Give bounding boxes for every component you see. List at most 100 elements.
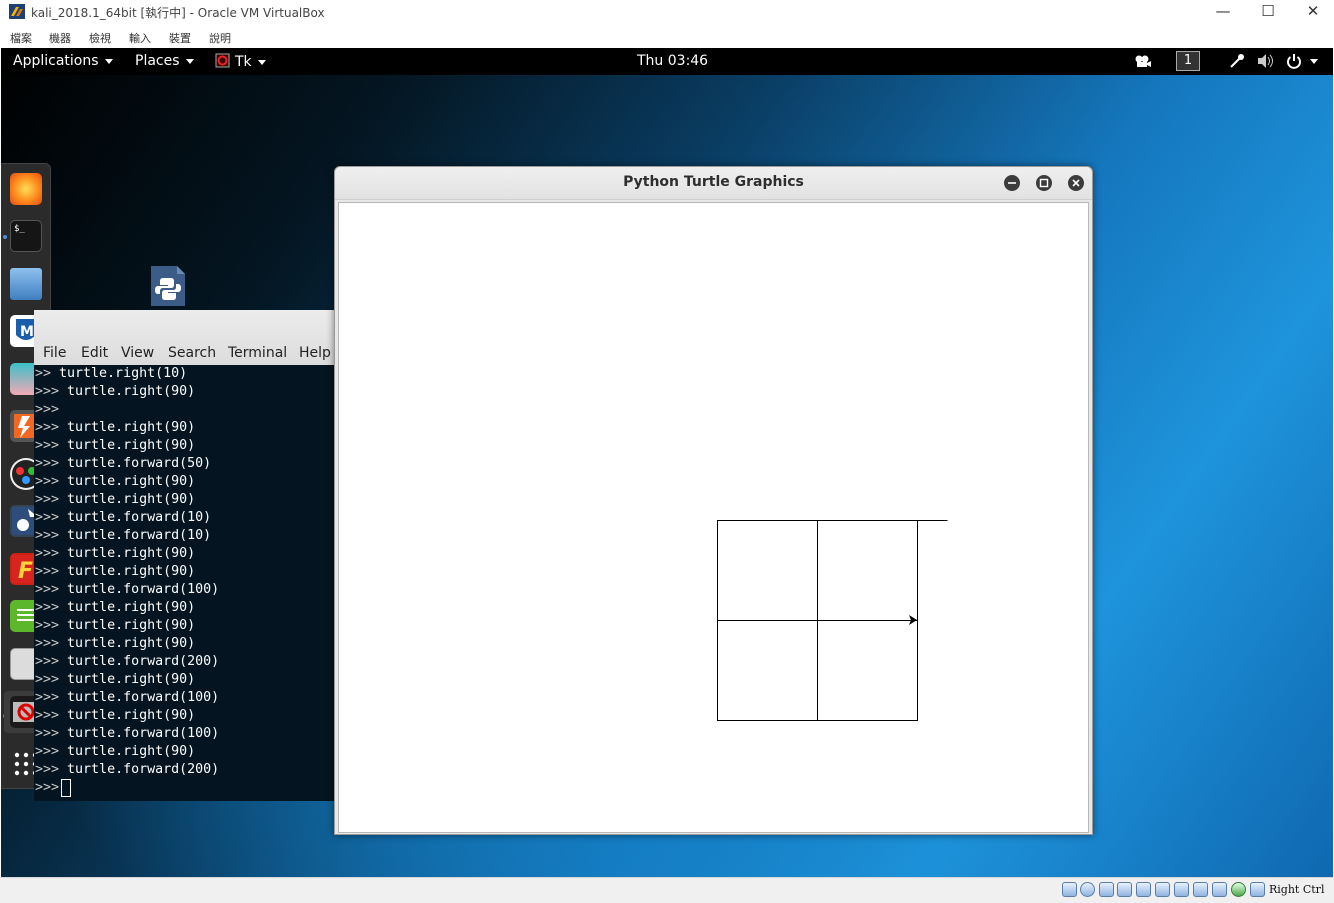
terminal-line: >>> turtle.right(90)	[34, 419, 334, 437]
minimize-button[interactable]	[1004, 175, 1020, 191]
terminal-command: turtle.right(90)	[59, 564, 196, 579]
terminal-window[interactable]: File Edit View Search Terminal Help >> t…	[34, 310, 334, 801]
host-menu-help[interactable]: 說明	[209, 30, 231, 46]
maximize-button[interactable]	[1036, 175, 1052, 191]
close-button[interactable]	[1068, 175, 1084, 191]
terminal-menu-edit[interactable]: Edit	[81, 345, 108, 361]
terminal-line: >>> turtle.right(90)	[34, 473, 334, 491]
optical-drive-icon[interactable]	[1080, 882, 1095, 897]
terminal-prompt: >>>	[35, 384, 60, 399]
turtle-canvas[interactable]	[338, 202, 1089, 833]
terminal-command: turtle.right(90)	[59, 438, 196, 453]
turtle-window-title: Python Turtle Graphics	[623, 174, 804, 190]
terminal-menu-help[interactable]: Help	[299, 345, 331, 361]
terminal-prompt: >>>	[35, 546, 60, 561]
terminal-prompt: >>>	[35, 780, 60, 795]
clock[interactable]: Thu 03:46	[637, 53, 708, 69]
files-icon[interactable]	[10, 268, 42, 300]
terminal-output[interactable]: >> turtle.right(10) >>> turtle.right(90) >…	[34, 365, 334, 801]
terminal-prompt: >>>	[35, 474, 60, 489]
firefox-icon[interactable]	[10, 173, 42, 205]
terminal-line: >>> turtle.right(90)	[34, 743, 334, 761]
host-menu-view[interactable]: 檢視	[89, 30, 111, 46]
close-button[interactable]: ✕	[1290, 0, 1334, 24]
terminal-prompt: >>>	[35, 690, 60, 705]
places-menu[interactable]: Places	[135, 53, 194, 69]
python-file-icon[interactable]	[149, 264, 187, 308]
power-icon[interactable]	[1286, 53, 1302, 69]
host-window-title: kali_2018.1_64bit [執行中] - Oracle VM Virt…	[31, 6, 325, 20]
terminal-prompt: >>>	[35, 636, 60, 651]
turtle-title-bar[interactable]: Python Turtle Graphics	[335, 167, 1092, 200]
host-menu-devices[interactable]: 裝置	[169, 30, 191, 46]
terminal-line: >>> turtle.right(90)	[34, 707, 334, 725]
terminal-command: turtle.forward(10)	[59, 528, 212, 543]
svg-text:M: M	[20, 324, 34, 340]
mouse-integration-icon[interactable]	[1231, 882, 1246, 897]
places-label: Places	[135, 53, 180, 69]
video-capture-icon[interactable]	[1193, 882, 1208, 897]
terminal-command: turtle.right(90)	[59, 744, 196, 759]
chevron-down-icon	[104, 58, 113, 64]
video-camera-icon[interactable]	[1134, 53, 1152, 69]
terminal-prompt: >>>	[35, 420, 60, 435]
audio-icon[interactable]	[1099, 882, 1114, 897]
host-menu-machine[interactable]: 機器	[49, 30, 71, 46]
virtualbox-icon	[9, 4, 25, 19]
terminal-line: >>> turtle.forward(10)	[34, 509, 334, 527]
shared-folders-icon[interactable]	[1155, 882, 1170, 897]
app-menu[interactable]: Tk	[215, 53, 266, 70]
terminal-menu-file[interactable]: File	[43, 345, 66, 361]
terminal-line: >>> turtle.forward(10)	[34, 527, 334, 545]
workspace-indicator[interactable]: 1	[1176, 51, 1200, 71]
terminal-menu-search[interactable]: Search	[168, 345, 216, 361]
terminal-command: turtle.forward(50)	[59, 456, 212, 471]
chevron-down-icon[interactable]	[1310, 59, 1318, 64]
terminal-command: turtle.forward(100)	[59, 582, 220, 597]
network-adapter-icon[interactable]	[1117, 882, 1132, 897]
display-icon[interactable]	[1174, 882, 1189, 897]
terminal-prompt: >>>	[35, 438, 60, 453]
terminal-command: turtle.forward(200)	[59, 762, 220, 777]
terminal-command: turtle.right(90)	[59, 474, 196, 489]
terminal-line: >>> turtle.right(90)	[34, 383, 334, 401]
terminal-line: >>> turtle.right(90)	[34, 617, 334, 635]
terminal-prompt: >>>	[35, 708, 60, 723]
maximize-button[interactable]: ☐	[1245, 0, 1291, 24]
usb-icon[interactable]	[1136, 882, 1151, 897]
terminal-line: >>> turtle.right(90)	[34, 563, 334, 581]
terminal-prompt: >>>	[35, 762, 60, 777]
terminal-icon[interactable]: $_	[10, 220, 42, 252]
vm-screen[interactable]: Applications Places Tk Thu 03:46 1 $_ M	[1, 48, 1333, 877]
virtualization-icon[interactable]	[1212, 882, 1227, 897]
terminal-line: >>> turtle.forward(200)	[34, 761, 334, 779]
terminal-prompt: >>>	[35, 564, 60, 579]
terminal-command: turtle.right(90)	[59, 618, 196, 633]
turtle-window[interactable]: Python Turtle Graphics	[334, 166, 1093, 835]
turtle-drawing	[717, 520, 948, 721]
terminal-line: >>> turtle.forward(100)	[34, 725, 334, 743]
terminal-command: turtle.right(90)	[59, 672, 196, 687]
terminal-prompt: >>>	[35, 456, 60, 471]
network-icon[interactable]	[1229, 53, 1245, 69]
keyboard-capture-icon[interactable]	[1250, 882, 1265, 897]
hard-disk-icon[interactable]	[1062, 882, 1077, 897]
terminal-prompt: >>>	[35, 582, 60, 597]
terminal-menu-terminal[interactable]: Terminal	[228, 345, 287, 361]
minimize-button[interactable]: —	[1200, 0, 1246, 24]
terminal-line: >>> turtle.right(90)	[34, 491, 334, 509]
volume-icon[interactable]	[1257, 53, 1275, 69]
host-menu-input[interactable]: 輸入	[129, 30, 151, 46]
terminal-menu-view[interactable]: View	[121, 345, 154, 361]
terminal-prompt: >>>	[35, 618, 60, 633]
terminal-prompt: >>	[35, 366, 52, 381]
terminal-command: turtle.right(90)	[59, 492, 196, 507]
terminal-prompt: >>>	[35, 402, 60, 417]
terminal-current-line[interactable]: >>>	[34, 779, 334, 797]
terminal-line: >>> turtle.right(90)	[34, 635, 334, 653]
terminal-command: turtle.right(90)	[59, 420, 196, 435]
applications-menu[interactable]: Applications	[13, 53, 113, 69]
terminal-command: turtle.forward(200)	[59, 654, 220, 669]
host-menu-file[interactable]: 檔案	[10, 30, 32, 46]
terminal-line: >>> turtle.right(90)	[34, 599, 334, 617]
